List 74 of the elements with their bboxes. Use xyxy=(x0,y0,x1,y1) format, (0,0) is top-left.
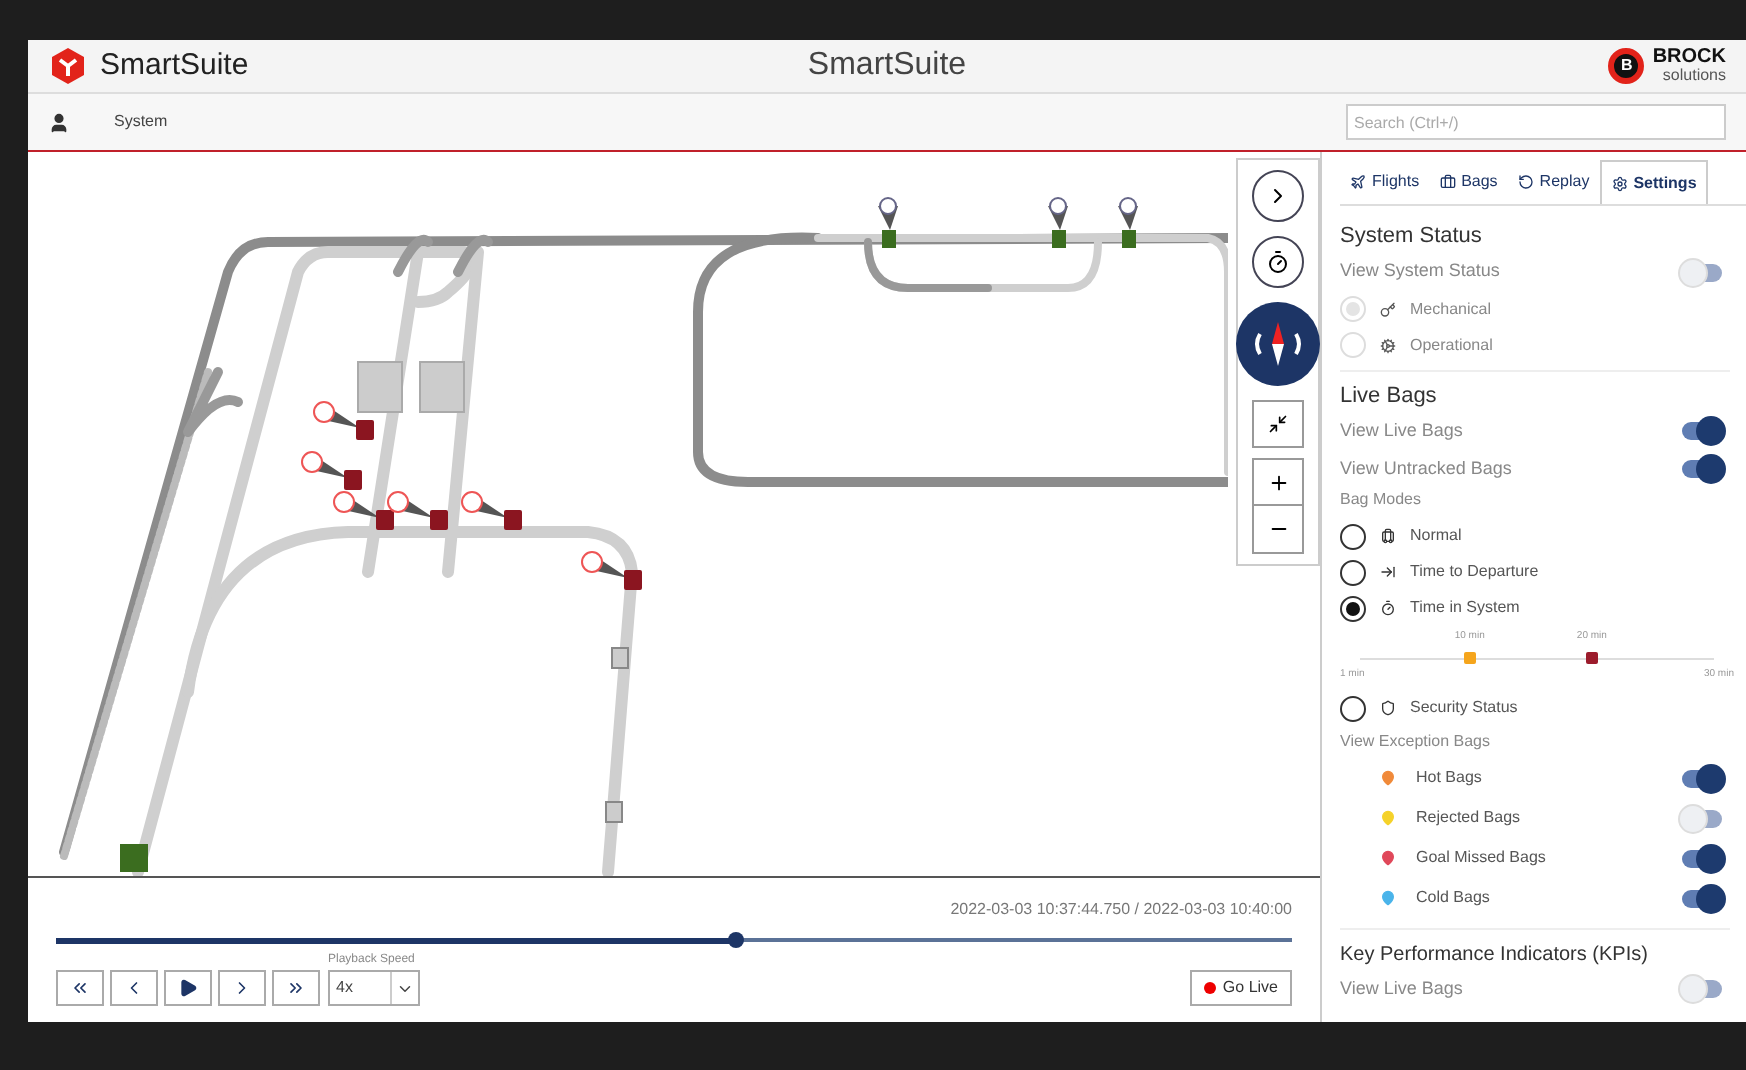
playback-thumb[interactable] xyxy=(727,932,744,948)
toggle-switch[interactable] xyxy=(1682,460,1722,478)
skip-forward-button[interactable] xyxy=(272,970,320,1006)
collapse-arrows-icon xyxy=(1268,414,1288,434)
cube-logo-icon xyxy=(48,46,88,86)
search-field[interactable]: Search (Ctrl+/) xyxy=(1346,104,1726,140)
gear-icon xyxy=(1380,337,1396,353)
zoom-in-button[interactable] xyxy=(1252,458,1304,506)
toggle-switch[interactable] xyxy=(1682,980,1722,998)
brand-name: BROCK xyxy=(1652,48,1726,66)
user-icon xyxy=(48,111,70,133)
timer-button[interactable] xyxy=(1252,236,1304,288)
setting-label: View Live Bags xyxy=(1340,975,1463,1002)
setting-label: View Live Bags xyxy=(1340,417,1463,444)
go-live-button[interactable]: Go Live xyxy=(1190,970,1292,1006)
double-chevron-right-icon xyxy=(286,978,306,998)
option-label: Goal Missed Bags xyxy=(1416,846,1546,870)
brand-badge: B xyxy=(1608,48,1645,84)
section-title: Key Performance Indicators (KPIs) xyxy=(1340,942,1650,970)
option-label: Security Status xyxy=(1410,696,1518,720)
option-label: Hot Bags xyxy=(1416,766,1482,790)
toggle-switch[interactable] xyxy=(1682,422,1722,440)
play-button[interactable] xyxy=(164,970,212,1006)
option-label: Normal xyxy=(1410,524,1462,548)
shield-icon xyxy=(1380,700,1396,716)
toggle-switch[interactable] xyxy=(1682,263,1722,281)
section-title: Live Bags xyxy=(1340,381,1439,411)
toggle-switch[interactable] xyxy=(1682,889,1722,907)
panel-tab[interactable]: Replay xyxy=(1507,160,1600,204)
section-title: System Status xyxy=(1340,222,1484,252)
settings-icon xyxy=(1611,175,1628,191)
skip-back-button[interactable] xyxy=(56,970,104,1006)
briefcase-icon xyxy=(1439,174,1456,190)
timer-icon xyxy=(1380,600,1396,616)
compass-button[interactable] xyxy=(1236,302,1320,386)
option-label: Mechanical xyxy=(1410,297,1491,321)
app-name: SmartSuite xyxy=(100,45,249,86)
toggle-switch[interactable] xyxy=(1682,769,1722,787)
option-label: Operational xyxy=(1410,333,1493,357)
timer-icon xyxy=(1266,250,1290,274)
radio-button[interactable] xyxy=(1340,595,1366,621)
expand-button[interactable] xyxy=(1252,170,1304,222)
toggle-switch[interactable] xyxy=(1682,849,1722,867)
radio-button[interactable] xyxy=(1340,695,1366,721)
radio-button[interactable] xyxy=(1340,559,1366,585)
luggage-slider-thumb[interactable] xyxy=(1585,652,1598,664)
option-label: Time to Departure xyxy=(1410,560,1539,584)
luggage-icon xyxy=(1380,528,1396,544)
page-title: SmartSuite xyxy=(807,46,967,86)
plus-icon xyxy=(1267,471,1289,493)
panel-tab[interactable]: Flights xyxy=(1340,160,1430,204)
play-icon xyxy=(178,978,198,998)
double-chevron-left-icon xyxy=(70,978,90,998)
setting-label: View Untracked Bags xyxy=(1340,455,1512,482)
radio-button[interactable] xyxy=(1340,523,1366,549)
speed-select[interactable]: 4x xyxy=(328,970,420,1006)
option-label: Time in System xyxy=(1410,596,1520,620)
toggle-switch[interactable] xyxy=(1682,809,1722,827)
panel-tab[interactable]: Settings xyxy=(1599,160,1709,204)
undo-icon xyxy=(1517,174,1534,190)
setting-label: View System Status xyxy=(1340,258,1500,285)
setting-label: View Exception Bags xyxy=(1340,730,1493,754)
option-label: Cold Bags xyxy=(1416,886,1490,910)
breadcrumb-link[interactable]: System xyxy=(114,110,168,134)
brand-tagline: solutions xyxy=(1662,66,1726,84)
panel-tab[interactable]: Bags xyxy=(1429,160,1508,204)
fit-view-button[interactable] xyxy=(1252,400,1304,448)
playback-timestamp: 2022-03-03 10:37:44.750 / 2022-03-03 10:40:00 xyxy=(950,898,1292,922)
arrow-line-icon xyxy=(1380,564,1396,580)
luggage-slider-thumb[interactable] xyxy=(1463,652,1476,664)
setting-label: Bag Modes xyxy=(1340,488,1423,512)
plane-icon xyxy=(1350,174,1366,190)
option-label: Rejected Bags xyxy=(1416,806,1521,830)
key-icon xyxy=(1380,301,1396,317)
